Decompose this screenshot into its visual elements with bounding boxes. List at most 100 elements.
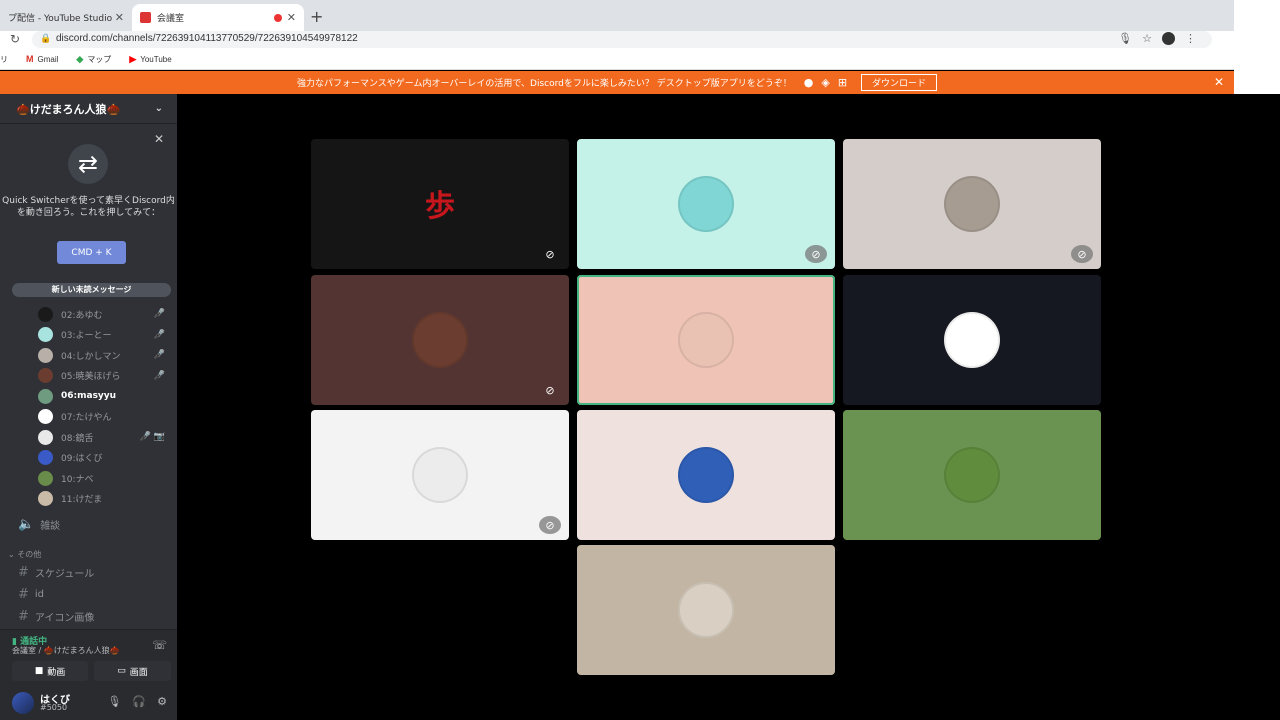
quick-switcher-text: Quick Switcherを使って素早くDiscord内を動き回ろう。これを押… <box>2 196 175 218</box>
avatar <box>38 368 53 384</box>
text-channel-id[interactable]: # id <box>0 584 177 604</box>
apple-icon: ● <box>803 76 814 89</box>
muted-icon: ⊘ <box>805 245 827 263</box>
bookmark-gmail[interactable]: M Gmail <box>26 54 58 64</box>
voice-user-name: 02:あゆむ <box>61 310 103 321</box>
category-other[interactable]: ⌄ その他 <box>8 549 41 560</box>
tab-title: プ配信 - YouTube Studio <box>8 14 113 24</box>
new-unread-messages-pill[interactable]: 新しい未読メッセージ <box>12 283 171 297</box>
speaker-icon: 🔈 <box>18 516 35 532</box>
voice-location[interactable]: 会議室 / 🌰けだまろん人狼🌰 <box>12 645 120 656</box>
download-button[interactable]: ダウンロード <box>861 74 938 91</box>
profile-avatar[interactable] <box>1162 32 1175 45</box>
channel-name: スケジュール <box>34 568 95 580</box>
blank-area <box>1234 0 1280 94</box>
category-label: その他 <box>17 550 42 559</box>
discriminator: #5050 <box>40 703 68 712</box>
close-icon[interactable]: ✕ <box>154 132 164 146</box>
gear-icon[interactable]: ⚙ <box>157 695 167 708</box>
microphone-icon[interactable]: 🎙 <box>1118 32 1132 45</box>
video-tile[interactable] <box>577 275 835 405</box>
voice-user-name: 11:けだま <box>61 495 103 506</box>
discord-favicon-icon <box>140 12 151 23</box>
address-bar[interactable]: 🔒 discord.com/channels/72263910411377052… <box>32 31 1212 48</box>
youtube-icon: ▶ <box>129 53 137 64</box>
voice-user-item[interactable]: 03:よーとー 🎤̸ <box>0 325 177 346</box>
channel-name: id <box>34 588 45 600</box>
avatar[interactable] <box>12 692 34 714</box>
tab-discord[interactable]: 会議室 ✕ <box>132 4 304 31</box>
new-tab-button[interactable]: + <box>310 7 323 26</box>
video-tile[interactable]: ⊘ <box>311 275 569 405</box>
voice-user-name: 09:はくび <box>61 454 103 465</box>
lock-icon[interactable]: 🔒 <box>40 34 51 44</box>
avatar <box>944 447 1000 503</box>
headphones-icon[interactable]: 🎧 <box>132 695 146 708</box>
screen-share-button[interactable]: ▭ 画面 <box>94 661 171 681</box>
video-tile[interactable] <box>577 545 835 675</box>
video-button[interactable]: ■ 動画 <box>12 661 88 681</box>
bookmark-label: マップ <box>87 54 112 64</box>
quick-switcher-button[interactable]: CMD + K <box>57 241 126 264</box>
muted-icon: 🎤̸ <box>153 309 165 320</box>
disconnect-icon[interactable]: ☏ <box>152 638 167 652</box>
voice-user-item[interactable]: 05:暁美ほげら 🎤̸ <box>0 366 177 387</box>
platform-icons: ● ◈ ⊞ <box>804 76 847 89</box>
user-controls: 🎙 🎧 ⚙ <box>107 695 167 708</box>
bookmark-label: リ <box>0 54 8 64</box>
voice-user-name: 04:しかしマン <box>61 351 121 362</box>
bookmark-apps[interactable]: リ <box>0 54 8 65</box>
avatar <box>678 582 734 638</box>
muted-icon: ⊘ <box>545 383 555 397</box>
gmail-icon: M <box>26 54 34 64</box>
close-icon[interactable]: ✕ <box>287 11 296 24</box>
video-tile[interactable]: ⊘ <box>843 139 1101 269</box>
video-tile[interactable] <box>843 275 1101 405</box>
avatar <box>38 470 53 486</box>
microphone-icon[interactable]: 🎙 <box>107 695 121 708</box>
text-channel-icon-images[interactable]: # アイコン画像 <box>0 606 177 626</box>
guild-header[interactable]: 🌰けだまろん人狼🌰 ⌄ <box>0 94 177 124</box>
hash-icon: # <box>18 608 29 624</box>
video-tile[interactable]: 歩 ⊘ <box>311 139 569 269</box>
voice-user-name: 10:ナベ <box>61 474 94 485</box>
windows-icon: ⊞ <box>837 76 848 89</box>
voice-user-item[interactable]: 06:masyyu <box>0 386 177 407</box>
video-tile[interactable]: ⊘ <box>577 139 835 269</box>
voice-user-name: 08:鏡舌 <box>61 433 94 444</box>
voice-user-item[interactable]: 11:けだま <box>0 489 177 510</box>
tab-title: 会議室 <box>157 14 185 24</box>
avatar <box>38 491 53 507</box>
video-tile[interactable]: ⊘ <box>311 410 569 540</box>
voice-user-item[interactable]: 02:あゆむ 🎤̸ <box>0 304 177 325</box>
text-channel-schedule[interactable]: # スケジュール <box>0 562 177 582</box>
voice-channel-zatsudan[interactable]: 🔈 雑談 <box>0 514 177 534</box>
star-icon[interactable]: ☆ <box>1142 32 1152 45</box>
user-panel: はくび #5050 🎙 🎧 ⚙ <box>0 684 177 720</box>
muted-icon: 🎤̸ <box>153 350 165 361</box>
browser-toolbar: ↻ 🔒 discord.com/channels/722639104113770… <box>0 31 1234 49</box>
avatar <box>38 306 53 322</box>
download-app-banner: 強力なパフォーマンスやゲーム内オーバーレイの活用で、Discordをフルに楽しみ… <box>0 71 1234 94</box>
voice-user-item[interactable]: 10:ナベ <box>0 468 177 489</box>
bookmark-maps[interactable]: ◆ マップ <box>76 54 111 65</box>
android-icon: ◈ <box>821 76 830 89</box>
voice-user-name: 07:たけやん <box>61 413 112 424</box>
channel-name: アイコン画像 <box>34 612 95 624</box>
chevron-down-icon[interactable]: ⌄ <box>155 103 163 114</box>
tab-youtube-studio[interactable]: プ配信 - YouTube Studio ✕ <box>0 4 132 31</box>
muted-icon: ⊘ <box>1071 245 1093 263</box>
video-tile[interactable] <box>577 410 835 540</box>
voice-user-item[interactable]: 04:しかしマン 🎤̸ <box>0 345 177 366</box>
close-icon[interactable]: ✕ <box>1214 75 1224 89</box>
reload-icon[interactable]: ↻ <box>10 32 20 46</box>
voice-user-item[interactable]: 09:はくび <box>0 448 177 469</box>
menu-dots-icon[interactable]: ⋮ <box>1185 32 1196 45</box>
hash-icon: # <box>18 564 29 580</box>
voice-user-item[interactable]: 07:たけやん <box>0 407 177 428</box>
bookmark-youtube[interactable]: ▶ YouTube <box>129 54 171 65</box>
voice-user-item[interactable]: 08:鏡舌 🎤̸ 📷̸ <box>0 427 177 448</box>
video-button-label: 動画 <box>47 667 66 678</box>
close-icon[interactable]: ✕ <box>115 11 124 24</box>
video-tile[interactable] <box>843 410 1101 540</box>
